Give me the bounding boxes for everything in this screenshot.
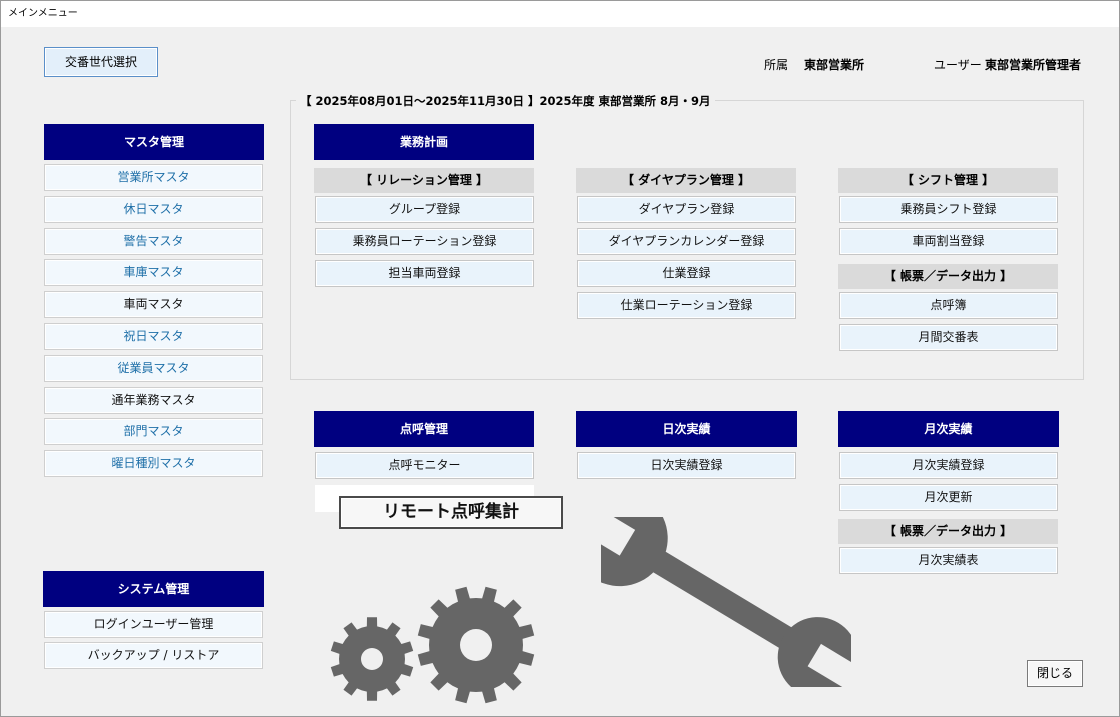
master-item-button[interactable]: 曜日種別マスタ bbox=[44, 450, 263, 478]
master-item-button[interactable]: 従業員マスタ bbox=[44, 354, 263, 382]
wrench-icon bbox=[601, 517, 851, 687]
monthly-shift-table-button[interactable]: 月間交番表 bbox=[839, 324, 1058, 351]
affiliation-label: 所属 bbox=[764, 58, 789, 72]
monthly-results-registration-button[interactable]: 月次実績登録 bbox=[839, 452, 1058, 479]
shift-management-header: 【 シフト管理 】 bbox=[838, 168, 1058, 193]
master-management-header: マスタ管理 bbox=[44, 124, 264, 160]
shift-generation-select-button[interactable]: 交番世代選択 bbox=[44, 47, 158, 77]
master-item-button[interactable]: 部門マスタ bbox=[44, 418, 263, 446]
monthly-results-table-button[interactable]: 月次実績表 bbox=[839, 547, 1058, 574]
master-item-button[interactable]: 通年業務マスタ bbox=[44, 386, 263, 414]
master-item-button[interactable]: 祝日マスタ bbox=[44, 323, 263, 350]
vehicle-assignment-registration-button[interactable]: 車両割当登録 bbox=[839, 228, 1058, 255]
business-plan-header: 業務計画 bbox=[314, 124, 534, 160]
master-item-button[interactable]: 車庫マスタ bbox=[44, 259, 263, 287]
large-gear-icon bbox=[417, 586, 535, 704]
main-menu-window: メインメニュー 交番世代選択 所属 東部営業所 ユーザー 東部営業所管理者 【 … bbox=[0, 0, 1120, 717]
group-registration-button[interactable]: グループ登録 bbox=[315, 196, 534, 223]
close-button[interactable]: 閉じる bbox=[1027, 660, 1083, 687]
user-value: 東部営業所管理者 bbox=[985, 58, 1082, 72]
duty-rotation-registration-button[interactable]: 仕業ローテーション登録 bbox=[577, 292, 796, 319]
diagram-plan-management-header: 【 ダイヤプラン管理 】 bbox=[576, 168, 796, 193]
roll-call-management-header: 点呼管理 bbox=[314, 411, 534, 447]
daily-results-header: 日次実績 bbox=[576, 411, 797, 447]
diagram-plan-registration-button[interactable]: ダイヤプラン登録 bbox=[577, 196, 796, 223]
diagram-plan-calendar-registration-button[interactable]: ダイヤプランカレンダー登録 bbox=[577, 228, 796, 255]
roll-call-book-button[interactable]: 点呼簿 bbox=[839, 292, 1058, 319]
master-item-button[interactable]: 警告マスタ bbox=[44, 227, 263, 255]
plan-report-output-header: 【 帳票／データ出力 】 bbox=[838, 264, 1058, 289]
monthly-results-header: 月次実績 bbox=[838, 411, 1059, 447]
monthly-update-button[interactable]: 月次更新 bbox=[839, 484, 1058, 511]
master-item-button[interactable]: 車両マスタ bbox=[44, 291, 263, 319]
remote-roll-call-summary-button[interactable]: リモート点呼集計 bbox=[339, 496, 563, 529]
login-user-management-button[interactable]: ログインユーザー管理 bbox=[44, 611, 263, 638]
period-label: 【 2025年08月01日～2025年11月30日 】2025年度 東部営業所 … bbox=[296, 93, 715, 109]
assigned-vehicle-registration-button[interactable]: 担当車両登録 bbox=[315, 260, 534, 287]
duty-registration-button[interactable]: 仕業登録 bbox=[577, 260, 796, 287]
crew-rotation-registration-button[interactable]: 乗務員ローテーション登録 bbox=[315, 228, 534, 255]
roll-call-monitor-button[interactable]: 点呼モニター bbox=[315, 452, 534, 479]
system-management-header: システム管理 bbox=[43, 571, 264, 607]
crew-shift-registration-button[interactable]: 乗務員シフト登録 bbox=[839, 196, 1058, 223]
master-item-button[interactable]: 営業所マスタ bbox=[44, 164, 263, 191]
backup-restore-button[interactable]: バックアップ / リストア bbox=[44, 642, 263, 669]
daily-results-registration-button[interactable]: 日次実績登録 bbox=[577, 452, 796, 479]
affiliation-value: 東部営業所 bbox=[804, 58, 865, 72]
user-label: ユーザー bbox=[934, 58, 982, 72]
small-gear-icon bbox=[330, 617, 414, 701]
master-item-button[interactable]: 休日マスタ bbox=[44, 195, 263, 223]
monthly-report-output-header: 【 帳票／データ出力 】 bbox=[838, 519, 1058, 544]
window-title: メインメニュー bbox=[1, 1, 1119, 27]
relation-management-header: 【 リレーション管理 】 bbox=[314, 168, 534, 193]
